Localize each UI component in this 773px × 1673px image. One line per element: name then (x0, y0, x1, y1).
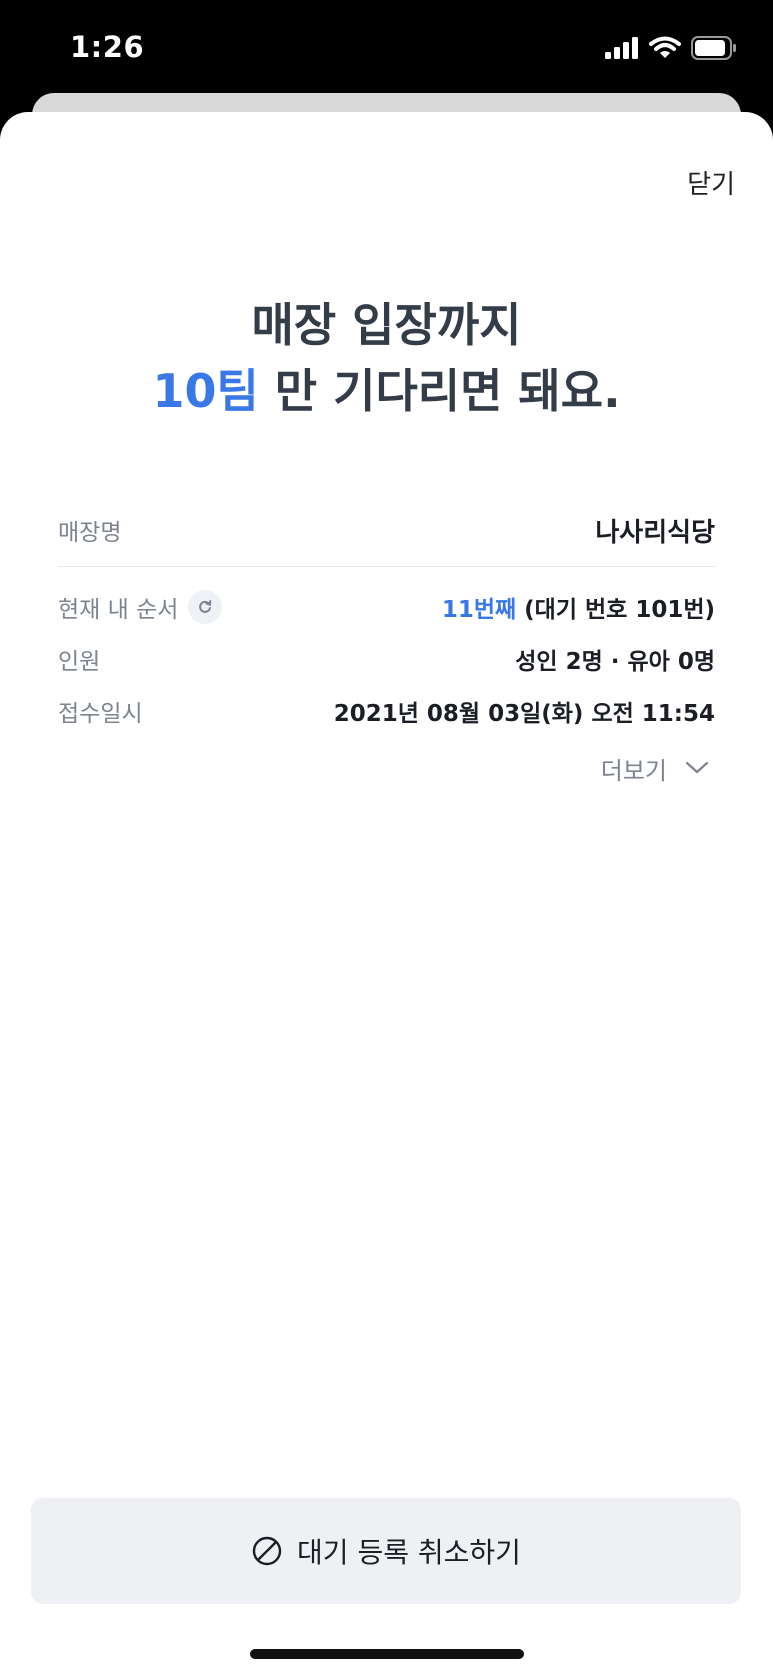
people-value: 성인 2명 · 유아 0명 (515, 649, 715, 675)
waiting-status-sheet: 닫기 매장 입장까지 10팀 만 기다리면 돼요. 매장명 나사리식당 현재 내… (0, 112, 773, 1673)
cancel-waiting-label: 대기 등록 취소하기 (297, 1536, 521, 1569)
more-label: 더보기 (600, 756, 667, 785)
more-button[interactable]: 더보기 (58, 743, 715, 793)
order-row: 현재 내 순서 11번째 (대기 번호 101번) (58, 581, 715, 633)
cancel-icon (252, 1536, 282, 1566)
order-value: 11번째 (대기 번호 101번) (442, 590, 715, 624)
page-title: 매장 입장까지 10팀 만 기다리면 돼요. (0, 292, 773, 424)
received-label: 접수일시 (58, 701, 143, 727)
headline-line2: 10팀 만 기다리면 돼요. (0, 358, 773, 424)
order-label: 현재 내 순서 (58, 597, 179, 623)
people-label: 인원 (58, 649, 101, 675)
people-row: 인원 성인 2명 · 유아 0명 (58, 633, 715, 685)
order-wait-number: (대기 번호 101번) (516, 597, 715, 623)
headline-line1: 매장 입장까지 (251, 298, 522, 352)
cancel-waiting-button[interactable]: 대기 등록 취소하기 (31, 1498, 741, 1604)
order-label-group: 현재 내 순서 (58, 590, 223, 624)
battery-icon (691, 36, 737, 64)
divider (58, 566, 715, 567)
received-row: 접수일시 2021년 08월 03일(화) 오전 11:54 (58, 685, 715, 737)
headline-line2-rest: 만 기다리면 돼요. (258, 364, 621, 418)
close-button[interactable]: 닫기 (687, 164, 735, 201)
store-value: 나사리식당 (595, 517, 715, 548)
status-icons (605, 36, 737, 64)
status-bar: 1:26 (0, 0, 773, 100)
teams-remaining: 10팀 (152, 364, 259, 418)
store-label: 매장명 (58, 520, 122, 546)
store-row: 매장명 나사리식당 (58, 504, 715, 556)
home-indicator (250, 1649, 524, 1659)
waiting-details: 매장명 나사리식당 현재 내 순서 11번째 (대기 번호 101번) 인원 성… (58, 504, 715, 793)
refresh-icon (199, 600, 212, 613)
signal-icon (605, 37, 639, 63)
status-time: 1:26 (70, 30, 145, 64)
order-position: 11번째 (441, 597, 517, 623)
refresh-button[interactable] (188, 590, 223, 624)
received-value: 2021년 08월 03일(화) 오전 11:54 (333, 701, 715, 727)
chevron-down-icon (685, 761, 709, 774)
wifi-icon (649, 36, 681, 64)
